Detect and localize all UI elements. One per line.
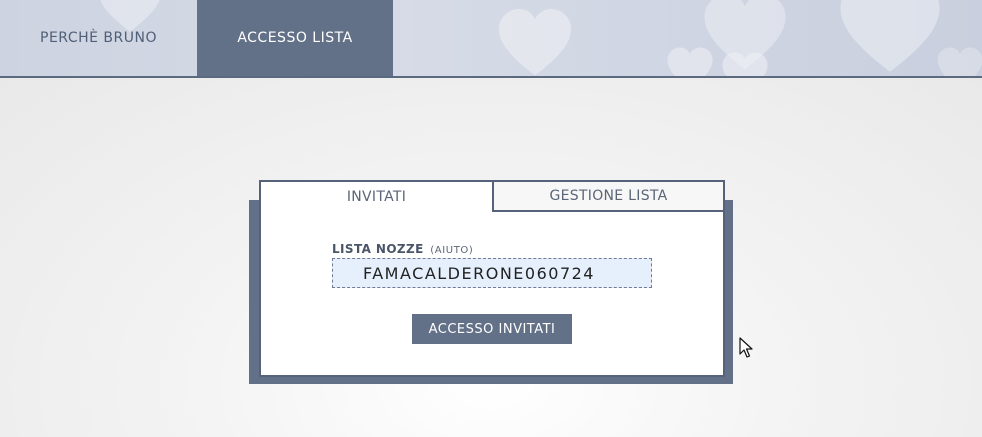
heart-icon bbox=[667, 47, 713, 76]
site-header: PERCHÈ BRUNO ACCESSO LISTA bbox=[0, 0, 982, 78]
heart-icon bbox=[499, 9, 571, 76]
field-label-text: LISTA NOZZE bbox=[332, 242, 424, 256]
lista-nozze-input[interactable] bbox=[332, 258, 652, 288]
nav-item-accesso-lista[interactable]: ACCESSO LISTA bbox=[197, 0, 393, 76]
login-panel: INVITATI GESTIONE LISTA LISTA NOZZE (AIU… bbox=[259, 180, 725, 377]
heart-icon bbox=[840, 0, 940, 72]
mouse-pointer-icon bbox=[739, 337, 753, 358]
accesso-invitati-button[interactable]: ACCESSO INVITATI bbox=[412, 314, 572, 344]
tab-label: INVITATI bbox=[346, 189, 407, 205]
heart-icon bbox=[937, 47, 982, 76]
help-link[interactable]: (AIUTO) bbox=[430, 245, 473, 256]
tab-label: GESTIONE LISTA bbox=[549, 188, 668, 204]
nav-item-label: PERCHÈ BRUNO bbox=[40, 30, 157, 46]
tab-gestione-lista[interactable]: GESTIONE LISTA bbox=[492, 182, 723, 212]
lista-nozze-label: LISTA NOZZE (AIUTO) bbox=[332, 242, 473, 256]
heart-icon bbox=[722, 52, 768, 76]
nav-item-label: ACCESSO LISTA bbox=[237, 30, 353, 46]
nav-item-perche-bruno[interactable]: PERCHÈ BRUNO bbox=[0, 0, 197, 76]
tab-invitati[interactable]: INVITATI bbox=[261, 182, 492, 212]
